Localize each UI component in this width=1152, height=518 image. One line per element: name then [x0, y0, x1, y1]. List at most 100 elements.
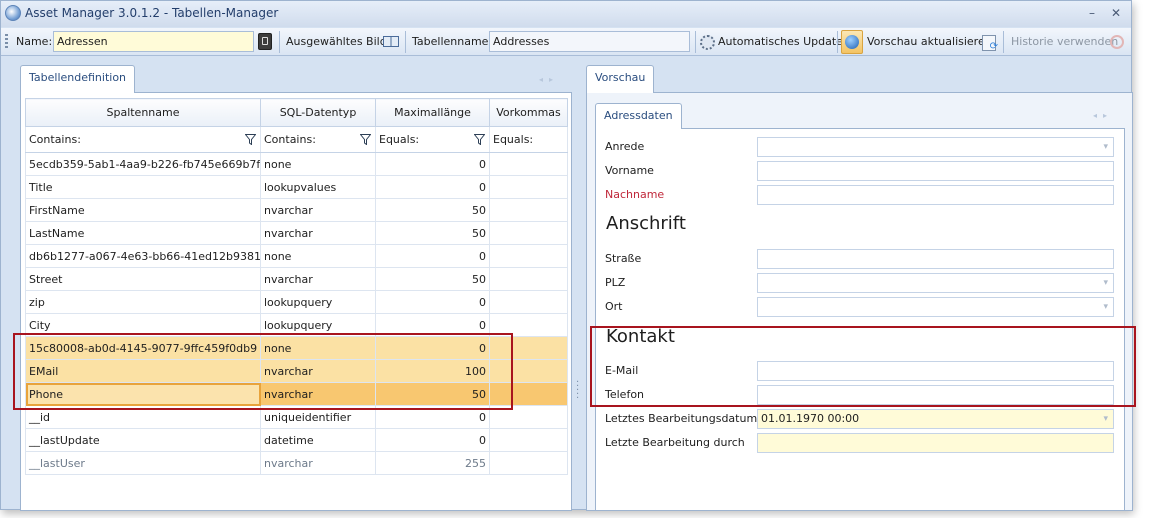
- gear-icon[interactable]: [700, 35, 715, 50]
- table-row[interactable]: zip lookupquery 0: [25, 290, 568, 314]
- cell-sql-datentyp[interactable]: none: [260, 152, 376, 176]
- cell-sql-datentyp[interactable]: lookupquery: [260, 290, 376, 314]
- cell-vorkommas[interactable]: [489, 175, 568, 199]
- separator: [1003, 31, 1004, 53]
- tablename-input[interactable]: Addresses: [489, 31, 690, 52]
- cell-spaltenname[interactable]: FirstName: [25, 198, 261, 222]
- cell-maximallaenge[interactable]: 50: [375, 267, 490, 291]
- cell-vorkommas[interactable]: [489, 428, 568, 452]
- toolbar-grip-icon[interactable]: [5, 34, 8, 50]
- ort-combo[interactable]: [757, 297, 1114, 317]
- history-button[interactable]: Historie verwenden: [1011, 28, 1118, 56]
- toolbar: Name: Adressen Ausgewähltes Bild: Tabell…: [1, 28, 1131, 56]
- label-plz: PLZ: [605, 276, 626, 289]
- cell-spaltenname[interactable]: Title: [25, 175, 261, 199]
- label-letztes-bearbeitungsdatum: Letztes Bearbeitungsdatum: [605, 412, 758, 425]
- letztes-bearbeitungsdatum-field[interactable]: 01.01.1970 00:00: [757, 409, 1114, 429]
- cell-sql-datentyp[interactable]: nvarchar: [260, 198, 376, 222]
- inner-tab-nav-arrows-icon[interactable]: ◂▸: [1093, 111, 1113, 120]
- label-vorname: Vorname: [605, 164, 654, 177]
- table-row[interactable]: FirstName nvarchar 50: [25, 198, 568, 222]
- column-header-maximallaenge[interactable]: Maximallänge: [375, 98, 490, 127]
- name-picker-icon[interactable]: [258, 33, 272, 50]
- filter-funnel-icon[interactable]: [360, 134, 371, 145]
- filter-funnel-icon[interactable]: [474, 134, 485, 145]
- cell-vorkommas[interactable]: [489, 244, 568, 268]
- filter-operator: Contains:: [264, 133, 316, 146]
- definition-grid: Spaltenname SQL-Datentyp Maximallänge Vo…: [25, 98, 568, 475]
- auto-update-button[interactable]: Automatisches Update: [718, 28, 843, 56]
- preview-refresh-button[interactable]: Vorschau aktualisieren: [867, 28, 992, 56]
- cell-maximallaenge[interactable]: 255: [375, 451, 490, 475]
- cell-vorkommas[interactable]: [489, 152, 568, 176]
- cell-spaltenname[interactable]: LastName: [25, 221, 261, 245]
- filter-cell[interactable]: Contains:: [25, 126, 261, 153]
- vorname-input[interactable]: [757, 161, 1114, 181]
- separator: [279, 31, 280, 53]
- tab-vorschau[interactable]: Vorschau: [586, 65, 655, 93]
- cell-vorkommas[interactable]: [489, 451, 568, 475]
- cell-sql-datentyp[interactable]: none: [260, 244, 376, 268]
- table-row[interactable]: __lastUser nvarchar 255: [25, 451, 568, 475]
- filter-cell[interactable]: Equals:: [375, 126, 490, 153]
- close-icon[interactable]: ✕: [1107, 5, 1125, 21]
- tablename-label: Tabellenname:: [412, 35, 493, 48]
- filter-cell[interactable]: Contains:: [260, 126, 376, 153]
- column-header-spaltenname[interactable]: Spaltenname: [25, 98, 261, 127]
- cell-maximallaenge[interactable]: 0: [375, 175, 490, 199]
- label-nachname: Nachname: [605, 188, 665, 201]
- strasse-input[interactable]: [757, 249, 1114, 269]
- cell-sql-datentyp[interactable]: nvarchar: [260, 221, 376, 245]
- table-row[interactable]: __lastUpdate datetime 0: [25, 428, 568, 452]
- tab-adressdaten[interactable]: Adressdaten: [595, 103, 682, 129]
- cell-sql-datentyp[interactable]: nvarchar: [260, 267, 376, 291]
- cell-spaltenname[interactable]: db6b1277-a067-4e63-bb66-41ed12b93811: [25, 244, 261, 268]
- cell-maximallaenge[interactable]: 0: [375, 244, 490, 268]
- nachname-input[interactable]: [757, 185, 1114, 205]
- table-row[interactable]: db6b1277-a067-4e63-bb66-41ed12b93811 none…: [25, 244, 568, 268]
- label-letzte-bearbeitung-durch: Letzte Bearbeitung durch: [605, 436, 745, 449]
- minimize-icon[interactable]: –: [1083, 5, 1101, 21]
- cell-maximallaenge[interactable]: 50: [375, 198, 490, 222]
- tab-tabellendefinition[interactable]: Tabellendefinition: [20, 65, 136, 93]
- tab-nav-arrows-icon[interactable]: ◂▸: [539, 75, 559, 84]
- label-anrede: Anrede: [605, 140, 645, 153]
- cell-spaltenname[interactable]: __lastUser: [25, 451, 261, 475]
- cell-spaltenname[interactable]: Street: [25, 267, 261, 291]
- cell-spaltenname[interactable]: zip: [25, 290, 261, 314]
- history-icon[interactable]: [1110, 35, 1124, 49]
- column-header-sql-datentyp[interactable]: SQL-Datentyp: [260, 98, 376, 127]
- table-row[interactable]: Street nvarchar 50: [25, 267, 568, 291]
- cell-vorkommas[interactable]: [489, 267, 568, 291]
- filter-cell[interactable]: Equals:: [489, 126, 568, 153]
- app-window: Asset Manager 3.0.1.2 - Tabellen-Manager…: [0, 0, 1136, 511]
- panel-splitter-icon[interactable]: · · · · ·: [576, 378, 579, 404]
- preview-refresh-toggle[interactable]: [841, 30, 863, 54]
- title-bar: Asset Manager 3.0.1.2 - Tabellen-Manager…: [1, 1, 1131, 27]
- column-header-vorkommas[interactable]: Vorkommas: [489, 98, 568, 127]
- plz-combo[interactable]: [757, 273, 1114, 293]
- cell-vorkommas[interactable]: [489, 290, 568, 314]
- cell-vorkommas[interactable]: [489, 198, 568, 222]
- document-refresh-icon[interactable]: ⟳: [982, 35, 998, 52]
- book-icon[interactable]: [383, 36, 399, 47]
- table-row[interactable]: LastName nvarchar 50: [25, 221, 568, 245]
- anrede-combo[interactable]: [757, 137, 1114, 157]
- name-input[interactable]: Adressen: [53, 31, 254, 52]
- cell-maximallaenge[interactable]: 50: [375, 221, 490, 245]
- cell-sql-datentyp[interactable]: nvarchar: [260, 451, 376, 475]
- cell-maximallaenge[interactable]: 0: [375, 428, 490, 452]
- filter-funnel-icon[interactable]: [245, 134, 256, 145]
- filter-operator: Equals:: [379, 133, 420, 146]
- letzte-bearbeitung-durch-field[interactable]: [757, 433, 1114, 453]
- cell-maximallaenge[interactable]: 0: [375, 152, 490, 176]
- cell-vorkommas[interactable]: [489, 221, 568, 245]
- cell-spaltenname[interactable]: 5ecdb359-5ab1-4aa9-b226-fb745e669b7f: [25, 152, 261, 176]
- cell-sql-datentyp[interactable]: datetime: [260, 428, 376, 452]
- cell-spaltenname[interactable]: __lastUpdate: [25, 428, 261, 452]
- table-row[interactable]: Title lookupvalues 0: [25, 175, 568, 199]
- cell-sql-datentyp[interactable]: lookupvalues: [260, 175, 376, 199]
- cell-maximallaenge[interactable]: 0: [375, 290, 490, 314]
- table-row[interactable]: 5ecdb359-5ab1-4aa9-b226-fb745e669b7f none…: [25, 152, 568, 176]
- section-anschrift: Anschrift: [606, 213, 686, 234]
